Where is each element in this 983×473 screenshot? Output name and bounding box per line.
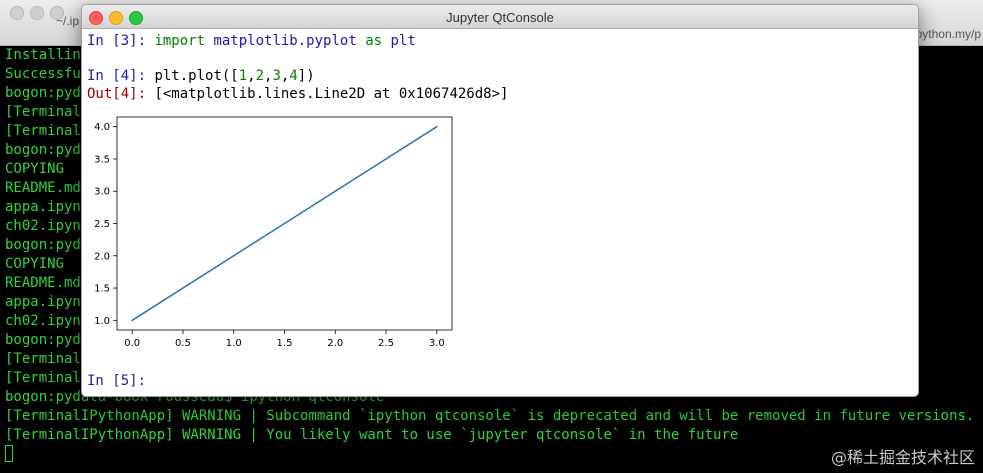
terminal-line: Installing: [5, 47, 90, 63]
data-point: [334, 190, 337, 192]
input-prompt: In [3]:: [87, 33, 155, 49]
code-module: matplotlib.pyplot: [213, 33, 357, 49]
terminal-line: README.md: [5, 180, 81, 196]
code-number: 4: [289, 68, 298, 84]
data-point: [131, 319, 133, 322]
qtconsole-titlebar[interactable]: Jupyter QtConsole: [82, 5, 918, 29]
terminal-line: [Terminal: [5, 370, 81, 386]
terminal-line: [TerminalIPythonApp] WARNING | Subcomman…: [5, 408, 975, 424]
terminal-line: [TerminalIPythonApp] WARNING | You likel…: [5, 427, 739, 443]
input-prompt: In [5]:: [87, 373, 155, 389]
input-prompt: In [4]:: [87, 68, 155, 84]
input-cell-4[interactable]: In [4]: plt.plot([1,2,3,4]): [87, 68, 315, 85]
terminal-line: bogon:pyda: [5, 85, 90, 101]
terminal-line: bogon:pyda: [5, 237, 90, 253]
terminal-line: [Terminal: [5, 123, 81, 139]
output-prompt: Out[4]:: [87, 86, 155, 102]
y-tick-label: 4.0: [94, 122, 110, 133]
terminal-line: COPYING: [5, 161, 65, 177]
terminal-line: bogon:pyda: [5, 142, 90, 158]
code-number: 1: [238, 68, 248, 84]
output-cell-4: Out[4]: [<matplotlib.lines.Line2D at 0x1…: [87, 86, 508, 103]
x-tick-label: 2.0: [327, 338, 343, 349]
qtconsole-window: Jupyter QtConsole In [3]: import matplot…: [81, 4, 919, 397]
x-tick-label: 1.5: [277, 338, 293, 349]
code-keyword: as: [365, 33, 383, 49]
watermark: @稀土掘金技术社区: [830, 448, 975, 467]
y-tick-label: 1.0: [94, 316, 110, 327]
terminal-line: bogon:pyda: [5, 332, 90, 348]
y-tick-label: 2.5: [94, 219, 110, 230]
window-title: Jupyter QtConsole: [446, 10, 554, 25]
terminal-line: Successful: [5, 66, 90, 82]
terminal-line: COPYING: [5, 256, 65, 272]
terminal-line: ch02.ipynb: [5, 218, 90, 234]
code-number: 2: [255, 68, 265, 84]
code-text: ]): [297, 68, 315, 84]
y-tick-label: 3.0: [94, 187, 110, 198]
code-number: 3: [272, 68, 281, 84]
terminal-title: ~/.ip: [56, 14, 80, 28]
output-text: [<matplotlib.lines.Line2D at 0x1067426d8…: [154, 86, 509, 102]
x-tick-label: 2.5: [378, 338, 394, 349]
y-tick-label: 3.5: [94, 154, 110, 165]
input-cell-3[interactable]: In [3]: import matplotlib.pyplot as plt: [87, 33, 416, 50]
x-tick-label: 1.0: [226, 338, 242, 349]
terminal-line: [Terminal: [5, 351, 81, 367]
line-plot: 0.0 0.5 1.0 1.5 2.0 2.5 3.0 1.0 1.5 2.0 2.5 3.0 3.5 4…: [94, 116, 453, 349]
terminal-tab-title[interactable]: python.my/p: [916, 27, 981, 41]
terminal-line: ch02.ipynb: [5, 313, 90, 329]
input-cell-5[interactable]: In [5]:: [87, 373, 154, 390]
y-tick-label: 1.5: [94, 284, 110, 295]
data-point: [436, 125, 438, 128]
code-keyword: import: [154, 33, 206, 49]
x-tick-label: 0.5: [175, 338, 191, 349]
code-text: plt.plot([: [154, 68, 239, 84]
terminal-line: README.md: [5, 275, 81, 291]
terminal-line: [Terminal: [5, 104, 81, 120]
y-tick-label: 2.0: [94, 251, 110, 262]
terminal-cursor: [5, 445, 13, 462]
x-tick-label: 3.0: [429, 338, 445, 349]
minimize-icon[interactable]: [30, 6, 44, 20]
data-point: [232, 255, 235, 257]
code-alias: plt: [390, 33, 416, 49]
terminal-line: appa.ipynb: [5, 199, 90, 215]
terminal-line: appa.ipynb: [5, 294, 90, 310]
x-tick-label: 0.0: [124, 338, 140, 349]
close-icon[interactable]: [10, 6, 24, 20]
